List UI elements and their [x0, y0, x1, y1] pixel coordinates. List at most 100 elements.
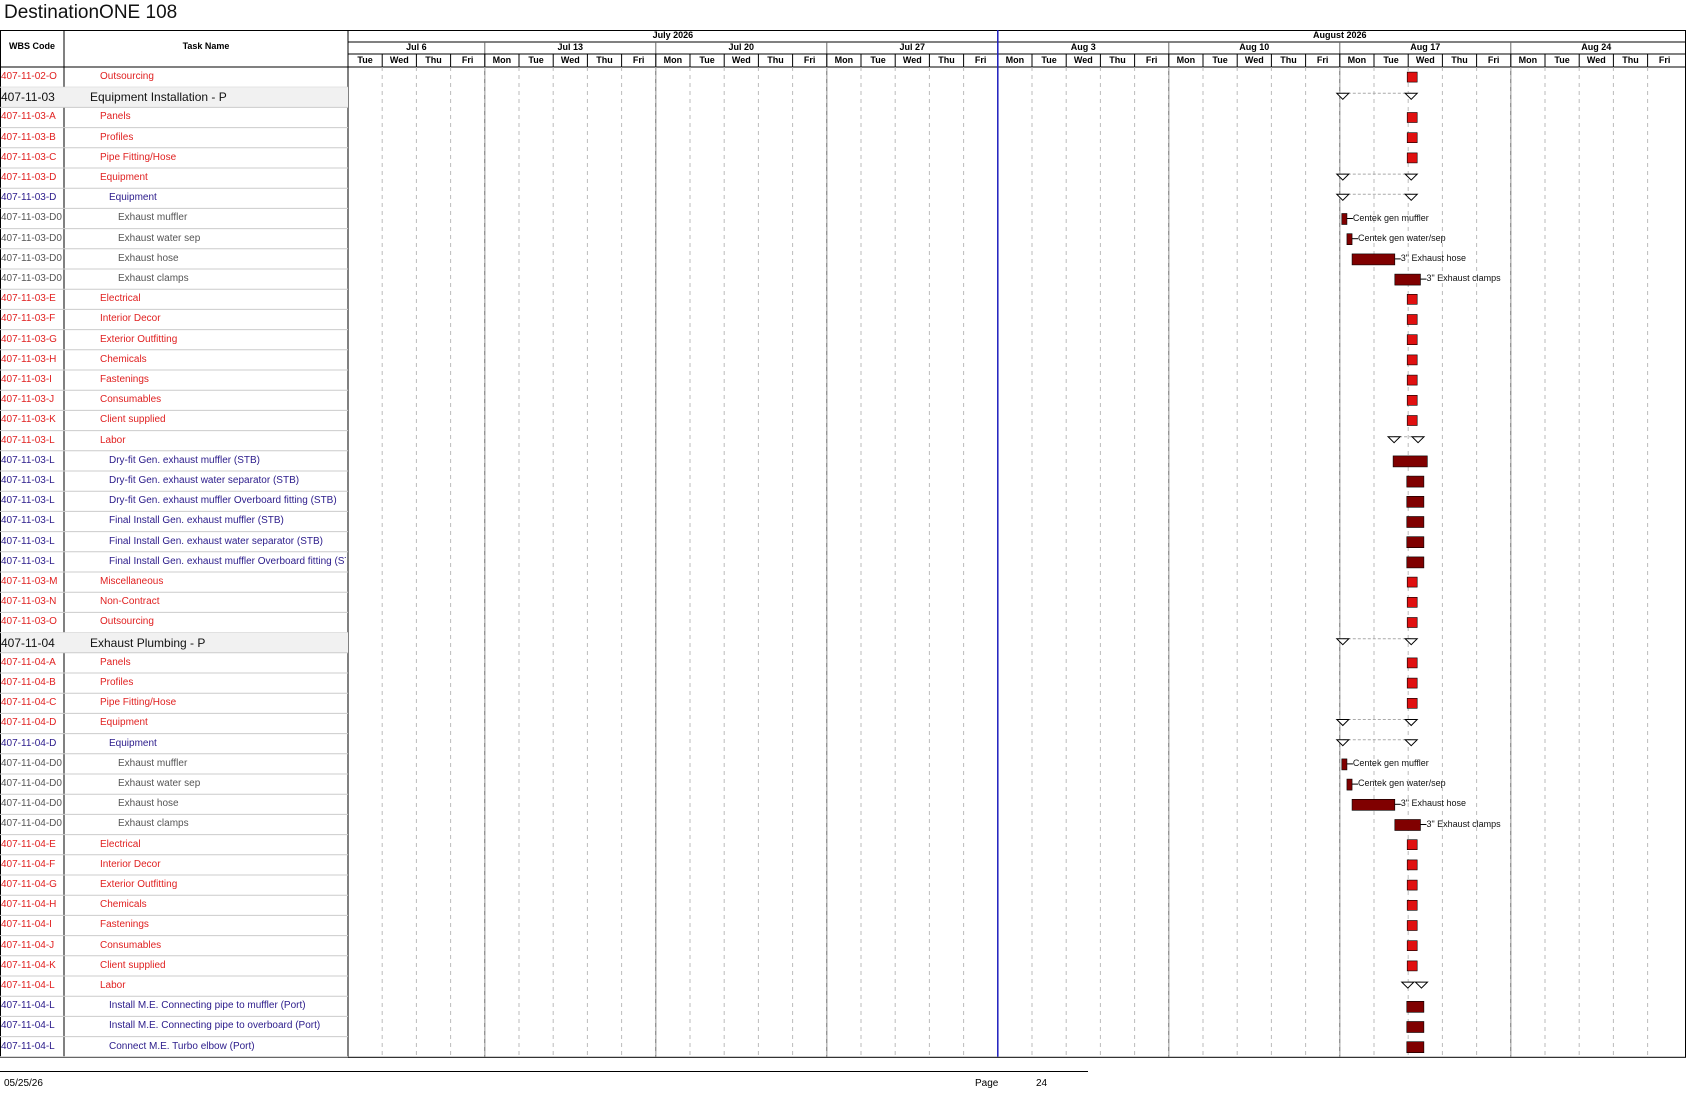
task-name-cell: Exhaust hose: [118, 798, 179, 810]
task-bar: [1351, 253, 1396, 266]
summary-end-caret: [1403, 638, 1419, 646]
day-label: Fri: [632, 55, 645, 65]
task-name-cell: Exterior Outfitting: [100, 333, 178, 345]
wbs-cell: 407-11-03-I: [1, 374, 52, 385]
wbs-cell: 407-11-04-A: [1, 656, 56, 668]
task-name-cell: Equipment: [100, 717, 148, 729]
day-label: Thu: [1451, 55, 1468, 65]
wbs-cell: 407-11-04-B: [1, 677, 56, 688]
summary-end-caret: [1403, 173, 1419, 181]
task-name-cell: Outsourcing: [100, 616, 154, 628]
day-label: Thu: [767, 55, 784, 65]
day-label: Fri: [974, 55, 987, 65]
week-label: Jul 13: [557, 42, 584, 52]
day-label: Thu: [1622, 55, 1639, 65]
milestone-marker: [1406, 132, 1418, 143]
task-bar: [1341, 213, 1348, 225]
footer-date: 05/25/26: [4, 1078, 43, 1089]
task-name-cell: Fastenings: [100, 374, 149, 385]
task-bar: [1406, 1000, 1425, 1013]
milestone-marker: [1406, 71, 1418, 83]
day-label: Thu: [1280, 55, 1297, 65]
day-label: Tue: [1212, 55, 1228, 65]
task-name-cell: Dry-fit Gen. exhaust muffler (STB): [109, 454, 260, 466]
page-title: DestinationONE 108: [4, 2, 178, 23]
wbs-cell: 407-11-02-O: [1, 71, 57, 82]
task-name-cell: Client supplied: [100, 414, 166, 426]
bar-label: Centek gen muffler: [1352, 212, 1429, 223]
week-label: Aug 17: [1410, 42, 1441, 52]
bar-label: 3" Exhaust clamps: [1426, 273, 1501, 284]
day-label: Wed: [389, 55, 409, 65]
task-name-cell: Equipment: [109, 192, 157, 204]
day-label: Tue: [1383, 55, 1399, 65]
task-bar: [1351, 798, 1396, 811]
milestone-marker: [1406, 920, 1418, 931]
task-bar: [1346, 778, 1353, 791]
bar-label: 3" Exhaust hose: [1400, 798, 1467, 809]
milestone-marker: [1406, 617, 1418, 628]
bar-label: 3" Exhaust hose: [1400, 252, 1467, 263]
day-label: Wed: [902, 55, 922, 65]
wbs-cell: 407-11-03-F: [1, 313, 56, 325]
task-name-cell: Final Install Gen. exhaust muffler Overb…: [109, 555, 346, 567]
day-label: Tue: [528, 55, 544, 65]
summary-end-caret: [1403, 719, 1419, 727]
summary-start-caret: [1335, 719, 1351, 727]
wbs-cell: 407-11-03-D: [1, 172, 57, 183]
task-name-cell: Panels: [100, 656, 131, 668]
wbs-cell: 407-11-04-D: [1, 737, 57, 749]
wbs-cell: 407-11-03-K: [1, 414, 56, 426]
task-name-cell: Exhaust clamps: [118, 273, 189, 284]
day-label: Thu: [938, 55, 955, 65]
wbs-cell: 407-11-03-L: [1, 454, 55, 466]
wbs-cell: 407-11-03-D0: [1, 273, 62, 284]
wbs-cell: 407-11-03-G: [1, 333, 57, 345]
column-header-task: Task Name: [182, 41, 230, 51]
footer-page-label: Page: [975, 1078, 999, 1089]
column-header-wbs: WBS Code: [9, 41, 55, 51]
wbs-cell: 407-11-03-D0: [1, 252, 62, 264]
milestone-marker: [1406, 960, 1418, 972]
wbs-cell: 407-11-03-O: [1, 616, 57, 628]
wbs-cell: 407-11-03-N: [1, 596, 57, 608]
task-name-cell: Exhaust water sep: [118, 778, 201, 789]
day-label: Tue: [870, 55, 886, 65]
wbs-cell: 407-11-04-G: [1, 879, 57, 890]
task-name-cell: Pipe Fitting/Hose: [100, 151, 177, 163]
task-name-cell: Dry-fit Gen. exhaust water separator (ST…: [109, 475, 300, 486]
summary-end-caret: [1403, 739, 1419, 747]
task-name-cell: Chemicals: [100, 353, 147, 365]
task-name-cell: Consumables: [100, 939, 162, 951]
week-label: Jul 27: [899, 42, 926, 52]
wbs-cell: 407-11-03-L: [1, 555, 55, 567]
day-label: Mon: [1005, 55, 1025, 65]
day-label: Thu: [1109, 55, 1126, 65]
week-label: Aug 3: [1070, 42, 1096, 52]
day-label: Fri: [1145, 55, 1158, 65]
task-bar: [1394, 273, 1421, 286]
wbs-cell: 407-11-03-L: [1, 535, 55, 547]
day-label: Mon: [1347, 55, 1367, 65]
wbs-cell: 407-11-04-L: [1, 1040, 55, 1052]
wbs-cell: 407-11-04-D0: [1, 757, 62, 769]
day-label: Thu: [596, 55, 613, 65]
wbs-cell: 407-11-04-L: [1, 980, 55, 991]
day-label: Fri: [1658, 55, 1671, 65]
wbs-cell: 407-11-03-L: [1, 475, 55, 486]
wbs-cell: 407-11-04-L: [1, 1020, 55, 1032]
milestone-marker: [1406, 293, 1418, 305]
milestone-marker: [1406, 839, 1418, 851]
milestone-marker: [1406, 415, 1418, 426]
wbs-cell: 407-11-03-C: [1, 151, 57, 163]
task-name-cell: Exhaust muffler: [118, 757, 188, 769]
milestone-marker: [1406, 677, 1418, 689]
summary-start-caret: [1386, 436, 1402, 444]
task-name-cell: Consumables: [100, 394, 162, 406]
day-label: Tue: [357, 55, 373, 65]
milestone-marker: [1406, 899, 1418, 911]
task-name-cell: Install M.E. Connecting pipe to muffler …: [109, 1000, 306, 1012]
wbs-cell: 407-11-03-L: [1, 495, 55, 507]
summary-start-caret: [1335, 92, 1351, 101]
task-bar: [1394, 819, 1421, 831]
